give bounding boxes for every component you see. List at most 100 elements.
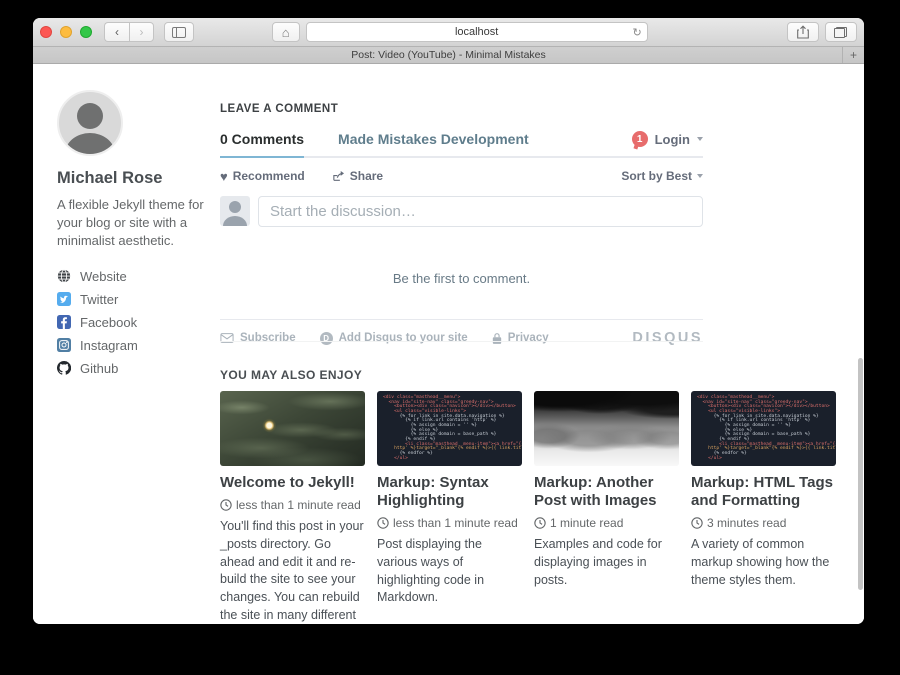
clock-icon <box>691 517 703 529</box>
tab-community[interactable]: Made Mistakes Development <box>338 131 529 156</box>
globe-icon <box>57 269 71 283</box>
sidebar-toggle-button[interactable] <box>164 22 194 42</box>
sidebar-link-label[interactable]: Website <box>80 269 127 284</box>
related-posts-heading: YOU MAY ALSO ENJOY <box>220 368 836 382</box>
reload-icon[interactable]: ↻ <box>632 26 641 39</box>
post-excerpt: Examples and code for displaying images … <box>534 536 679 589</box>
related-post-card[interactable]: Welcome to Jekyll! less than 1 minute re… <box>220 391 365 624</box>
post-title[interactable]: Markup: Syntax Highlighting <box>377 474 522 510</box>
sidebar-link-label[interactable]: Facebook <box>80 315 137 330</box>
comments-section: LEAVE A COMMENT 0 Comments Made Mistakes… <box>220 103 703 346</box>
comment-composer <box>220 196 703 227</box>
recommend-button[interactable]: ♥ Recommend <box>220 169 305 183</box>
history-nav-group: ‹ › <box>104 22 154 42</box>
twitter-icon <box>57 292 71 306</box>
read-time: 1 minute read <box>550 516 623 530</box>
tab-bar: Post: Video (YouTube) - Minimal Mistakes… <box>33 47 864 64</box>
related-post-card[interactable]: Markup: Another Post with Images 1 minut… <box>534 391 679 624</box>
share-page-button[interactable] <box>787 22 819 42</box>
share-thread-button[interactable]: Share <box>333 169 383 183</box>
comment-input[interactable] <box>258 196 703 227</box>
post-title[interactable]: Welcome to Jekyll! <box>220 474 365 492</box>
post-title[interactable]: Markup: Another Post with Images <box>534 474 679 510</box>
sidebar-link-label[interactable]: Instagram <box>80 338 138 353</box>
tabs-overview-icon <box>834 27 847 38</box>
browser-window: ‹ › ⌂ localhost ↻ Post: Video (YouTube) … <box>33 18 864 624</box>
code-snippet: <div class="masthead__menu"> <nav id="si… <box>697 396 830 461</box>
show-all-tabs-button[interactable] <box>825 22 857 42</box>
notification-badge: 1 <box>632 131 648 147</box>
share-label: Share <box>350 169 383 183</box>
author-profile-sidebar: Michael Rose A flexible Jekyll theme for… <box>57 90 212 384</box>
tab-comment-count[interactable]: 0 Comments <box>220 131 304 158</box>
sidebar-item-instagram[interactable]: Instagram <box>57 338 212 353</box>
post-meta: 1 minute read <box>534 516 679 530</box>
toolbar-right-buttons <box>787 22 857 42</box>
clock-icon <box>377 517 389 529</box>
sort-label: Sort by Best <box>621 169 692 183</box>
post-excerpt: You'll find this post in your _posts dir… <box>220 518 365 624</box>
post-meta: less than 1 minute read <box>220 498 365 512</box>
close-window-button[interactable] <box>40 26 52 38</box>
disqus-footer-divider <box>220 319 703 320</box>
section-divider <box>220 341 703 342</box>
heart-icon: ♥ <box>220 170 228 183</box>
sidebar-item-website[interactable]: Website <box>57 269 212 284</box>
active-tab[interactable]: Post: Video (YouTube) - Minimal Mistakes <box>33 49 864 61</box>
post-thumbnail-code-screenshot[interactable]: <div class="masthead__menu"> <nav id="si… <box>691 391 836 466</box>
guest-avatar <box>220 196 250 226</box>
post-thumbnail-moss-droplet[interactable] <box>220 391 365 466</box>
share-arrow-icon <box>333 170 345 182</box>
related-post-card[interactable]: <div class="masthead__menu"> <nav id="si… <box>691 391 836 624</box>
forward-button[interactable]: › <box>129 22 154 42</box>
recommend-label: Recommend <box>233 169 305 183</box>
github-icon <box>57 361 71 375</box>
post-excerpt: A variety of common markup showing how t… <box>691 536 836 589</box>
post-thumbnail-code-screenshot[interactable]: <div class="masthead__menu"> <nav id="si… <box>377 391 522 466</box>
post-meta: 3 minutes read <box>691 516 836 530</box>
chevron-down-icon <box>697 174 703 178</box>
url-text[interactable]: localhost <box>307 26 647 38</box>
read-time: 3 minutes read <box>707 516 786 530</box>
related-posts-grid: Welcome to Jekyll! less than 1 minute re… <box>220 391 836 624</box>
clock-icon <box>220 499 232 511</box>
login-label[interactable]: Login <box>655 132 690 147</box>
author-avatar <box>57 90 123 156</box>
post-title[interactable]: Markup: HTML Tags and Formatting <box>691 474 836 510</box>
related-posts-section: YOU MAY ALSO ENJOY Welcome to Jekyll! le… <box>220 341 836 624</box>
zoom-window-button[interactable] <box>80 26 92 38</box>
address-bar[interactable]: localhost ↻ <box>306 22 648 42</box>
post-meta: less than 1 minute read <box>377 516 522 530</box>
sort-menu[interactable]: Sort by Best <box>621 169 703 183</box>
share-icon <box>797 25 809 39</box>
sidebar-toggle-icon <box>172 27 186 38</box>
minimize-window-button[interactable] <box>60 26 72 38</box>
sidebar-link-label[interactable]: Github <box>80 361 118 376</box>
read-time: less than 1 minute read <box>393 516 518 530</box>
post-thumbnail-foggy-trees[interactable] <box>534 391 679 466</box>
disqus-actions-row: ♥ Recommend Share Sort by Best <box>220 169 703 183</box>
sidebar-item-github[interactable]: Github <box>57 361 212 376</box>
chevron-down-icon <box>697 137 703 141</box>
browser-toolbar: ‹ › ⌂ localhost ↻ <box>33 18 864 47</box>
person-silhouette-icon <box>59 92 121 154</box>
person-silhouette-icon <box>220 196 250 226</box>
author-bio: A flexible Jekyll theme for your blog or… <box>57 196 212 251</box>
post-excerpt: Post displaying the various ways of high… <box>377 536 522 607</box>
related-post-card[interactable]: <div class="masthead__menu"> <nav id="si… <box>377 391 522 624</box>
new-tab-button[interactable]: + <box>842 47 864 63</box>
empty-thread-message: Be the first to comment. <box>220 271 703 286</box>
clock-icon <box>534 517 546 529</box>
vertical-scrollbar[interactable] <box>858 358 863 590</box>
disqus-tab-row: 0 Comments Made Mistakes Development 1 L… <box>220 131 703 158</box>
sidebar-link-label[interactable]: Twitter <box>80 292 118 307</box>
sidebar-item-facebook[interactable]: Facebook <box>57 315 212 330</box>
code-snippet: <div class="masthead__menu"> <nav id="si… <box>383 396 516 461</box>
read-time: less than 1 minute read <box>236 498 361 512</box>
window-controls <box>40 26 92 38</box>
sidebar-item-twitter[interactable]: Twitter <box>57 292 212 307</box>
back-button[interactable]: ‹ <box>104 22 129 42</box>
facebook-icon <box>57 315 71 329</box>
home-button[interactable]: ⌂ <box>272 22 300 42</box>
login-menu[interactable]: 1 Login <box>632 131 703 156</box>
